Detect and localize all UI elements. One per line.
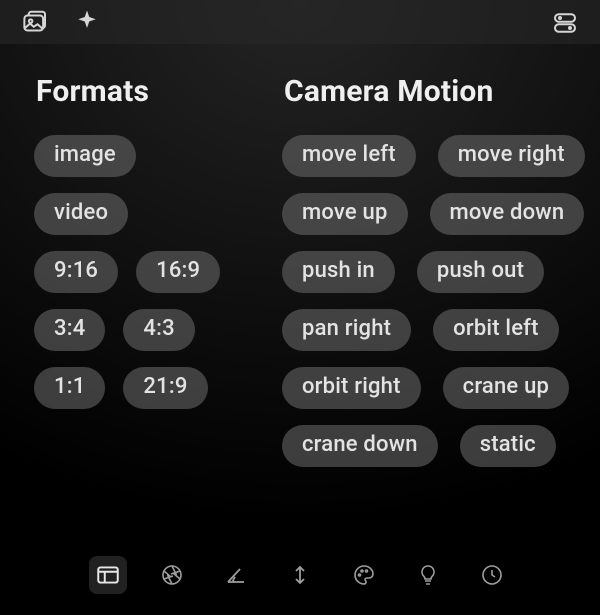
nav-clock-icon[interactable] — [473, 556, 511, 594]
formats-chip[interactable]: 1:1 — [34, 367, 105, 409]
chip-row: pan right orbit left — [282, 309, 600, 351]
camera_motion-chip[interactable]: push in — [282, 251, 395, 293]
camera-motion-chip-list: move left move right move up move down push … — [282, 135, 600, 483]
bottom-nav — [0, 539, 600, 615]
camera_motion-chip[interactable]: move up — [282, 193, 408, 235]
top-bar-left — [20, 8, 102, 38]
formats-chip-list: image video 9:16 16:9 3:4 4:3 1:1 21:9 — [34, 135, 282, 425]
formats-chip[interactable]: 16:9 — [136, 251, 220, 293]
camera-motion-title: Camera Motion — [284, 74, 600, 109]
nav-vertical-icon[interactable] — [281, 556, 319, 594]
chip-row: video — [34, 193, 282, 235]
gallery-icon[interactable] — [20, 8, 50, 38]
nav-layout-icon[interactable] — [89, 556, 127, 594]
camera_motion-chip[interactable]: static — [460, 425, 556, 467]
chip-row: crane down static — [282, 425, 600, 467]
chip-row: orbit right crane up — [282, 367, 600, 409]
chip-row: 9:16 16:9 — [34, 251, 282, 293]
chip-row: image — [34, 135, 282, 177]
nav-palette-icon[interactable] — [345, 556, 383, 594]
formats-chip[interactable]: image — [34, 135, 136, 177]
formats-title: Formats — [36, 74, 282, 109]
nav-angle-icon[interactable] — [217, 556, 255, 594]
top-bar — [0, 0, 600, 44]
formats-chip[interactable]: 9:16 — [34, 251, 118, 293]
app-root: Formats imagevideo9:1616:93:44:31:121:9 … — [0, 0, 600, 615]
chip-row: move left move right — [282, 135, 600, 177]
chip-row: push in push out — [282, 251, 600, 293]
camera_motion-chip[interactable]: orbit right — [282, 367, 421, 409]
formats-chip[interactable]: 4:3 — [123, 309, 194, 351]
nav-bulb-icon[interactable] — [409, 556, 447, 594]
formats-chip[interactable]: video — [34, 193, 128, 235]
content-area: Formats imagevideo9:1616:93:44:31:121:9 … — [0, 44, 600, 483]
camera_motion-chip[interactable]: crane up — [443, 367, 569, 409]
camera_motion-chip[interactable]: move down — [430, 193, 585, 235]
sparkle-icon[interactable] — [72, 8, 102, 38]
formats-chip[interactable]: 21:9 — [123, 367, 207, 409]
formats-chip[interactable]: 3:4 — [34, 309, 105, 351]
settings-toggle-icon[interactable] — [550, 8, 580, 38]
chip-row: move up move down — [282, 193, 600, 235]
chip-row: 3:4 4:3 — [34, 309, 282, 351]
camera_motion-chip[interactable]: push out — [417, 251, 544, 293]
formats-column: Formats image video 9:16 16:9 3:4 4:3 1:1 21:9 — [34, 74, 282, 483]
camera_motion-chip[interactable]: orbit left — [433, 309, 559, 351]
camera_motion-chip[interactable]: pan right — [282, 309, 411, 351]
camera_motion-chip[interactable]: crane down — [282, 425, 438, 467]
camera-motion-column: Camera Motion move left move right move up… — [282, 74, 600, 483]
camera_motion-chip[interactable]: move left — [282, 135, 416, 177]
camera_motion-chip[interactable]: move right — [438, 135, 585, 177]
nav-aperture-icon[interactable] — [153, 556, 191, 594]
chip-row: 1:1 21:9 — [34, 367, 282, 409]
